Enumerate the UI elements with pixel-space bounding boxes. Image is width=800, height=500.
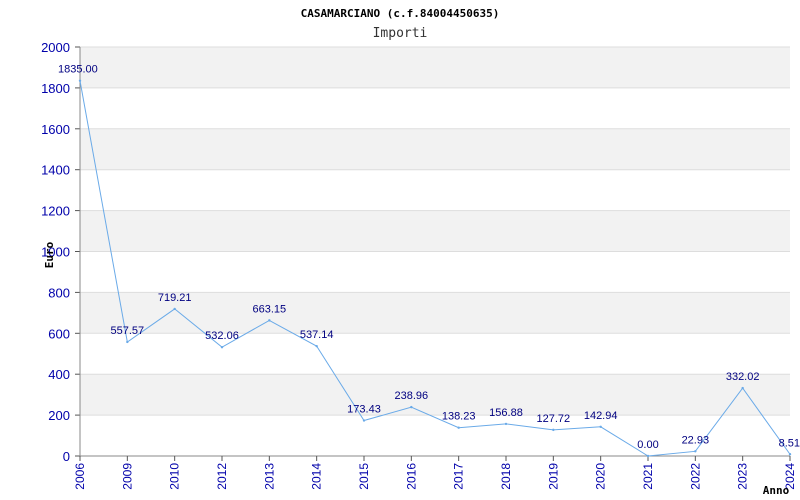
x-tick-labels: 2006 2009 2010 2012 2013 2014 2015 2016 2017 2018… xyxy=(73,456,797,490)
y-tick-label: 1600 xyxy=(41,122,70,137)
data-label: 8.51 xyxy=(779,437,800,449)
y-tick-label: 200 xyxy=(48,408,70,423)
y-tick-label: 800 xyxy=(48,285,70,300)
data-point xyxy=(599,425,602,428)
data-point xyxy=(220,345,224,349)
y-tick-label: 0 xyxy=(63,449,70,464)
grid-band xyxy=(80,374,790,416)
x-tick-label: 2020 xyxy=(594,463,608,490)
data-label: 1835.00 xyxy=(58,64,98,76)
data-label: 332.02 xyxy=(726,371,760,383)
chart-title: CASAMARCIANO (c.f.84004450635) xyxy=(301,7,500,20)
grid-band xyxy=(80,47,790,88)
x-axis-label: Anno xyxy=(763,484,790,497)
x-tick-label: 2009 xyxy=(120,463,134,490)
y-tick-label: 400 xyxy=(48,367,70,382)
data-point xyxy=(741,386,744,390)
data-point xyxy=(315,344,318,348)
x-tick-label: 2022 xyxy=(688,463,702,490)
grid-band xyxy=(80,251,790,293)
data-label: 142.94 xyxy=(584,410,618,422)
data-label: 22.93 xyxy=(682,434,710,446)
data-label: 127.72 xyxy=(537,413,571,425)
data-point xyxy=(504,422,508,426)
grid-band xyxy=(80,169,790,211)
x-tick-label: 2012 xyxy=(215,463,229,490)
data-point xyxy=(457,426,460,429)
x-tick-label: 2021 xyxy=(641,463,655,490)
data-label: 557.57 xyxy=(111,325,145,337)
data-label: 138.23 xyxy=(442,411,476,423)
grid-band xyxy=(80,87,790,129)
x-tick-label: 2023 xyxy=(736,463,750,490)
x-tick-label: 2017 xyxy=(452,463,466,490)
chart-subtitle: Importi xyxy=(373,26,428,41)
y-tick-label: 2000 xyxy=(41,40,70,55)
x-tick-label: 2016 xyxy=(404,463,418,490)
x-tick-label: 2013 xyxy=(262,463,276,490)
x-tick-label: 2006 xyxy=(73,463,87,490)
grid-band xyxy=(80,333,790,375)
y-tick-label: 1400 xyxy=(41,163,70,178)
data-point xyxy=(410,405,413,409)
data-label: 663.15 xyxy=(253,303,287,315)
data-label: 173.43 xyxy=(347,404,381,416)
data-point xyxy=(694,450,697,453)
x-tick-label: 2010 xyxy=(168,463,182,490)
line-chart: 0200400600800100012001400160018002000 20… xyxy=(41,7,800,497)
data-label: 238.96 xyxy=(395,390,429,402)
data-point xyxy=(552,428,555,432)
y-axis-label: Euro xyxy=(43,241,56,268)
data-point xyxy=(646,454,650,458)
data-label: 156.88 xyxy=(489,407,523,419)
x-tick-label: 2014 xyxy=(310,463,324,490)
data-point xyxy=(268,319,271,322)
data-point xyxy=(362,419,366,422)
x-tick-label: 2015 xyxy=(357,463,371,490)
data-point xyxy=(788,453,792,456)
data-point xyxy=(78,79,82,82)
y-tick-label: 1800 xyxy=(41,81,70,96)
data-point xyxy=(126,340,129,344)
x-tick-label: 2018 xyxy=(499,463,513,490)
data-label: 532.06 xyxy=(205,330,239,342)
y-tick-label: 600 xyxy=(48,326,70,341)
grid-band xyxy=(80,210,790,252)
grid-band xyxy=(80,128,790,170)
data-point xyxy=(173,307,176,311)
data-label: 0.00 xyxy=(637,439,658,451)
y-tick-label: 1200 xyxy=(41,204,70,219)
data-label: 537.14 xyxy=(300,329,334,341)
data-label: 719.21 xyxy=(158,292,192,304)
x-tick-label: 2019 xyxy=(546,463,560,490)
